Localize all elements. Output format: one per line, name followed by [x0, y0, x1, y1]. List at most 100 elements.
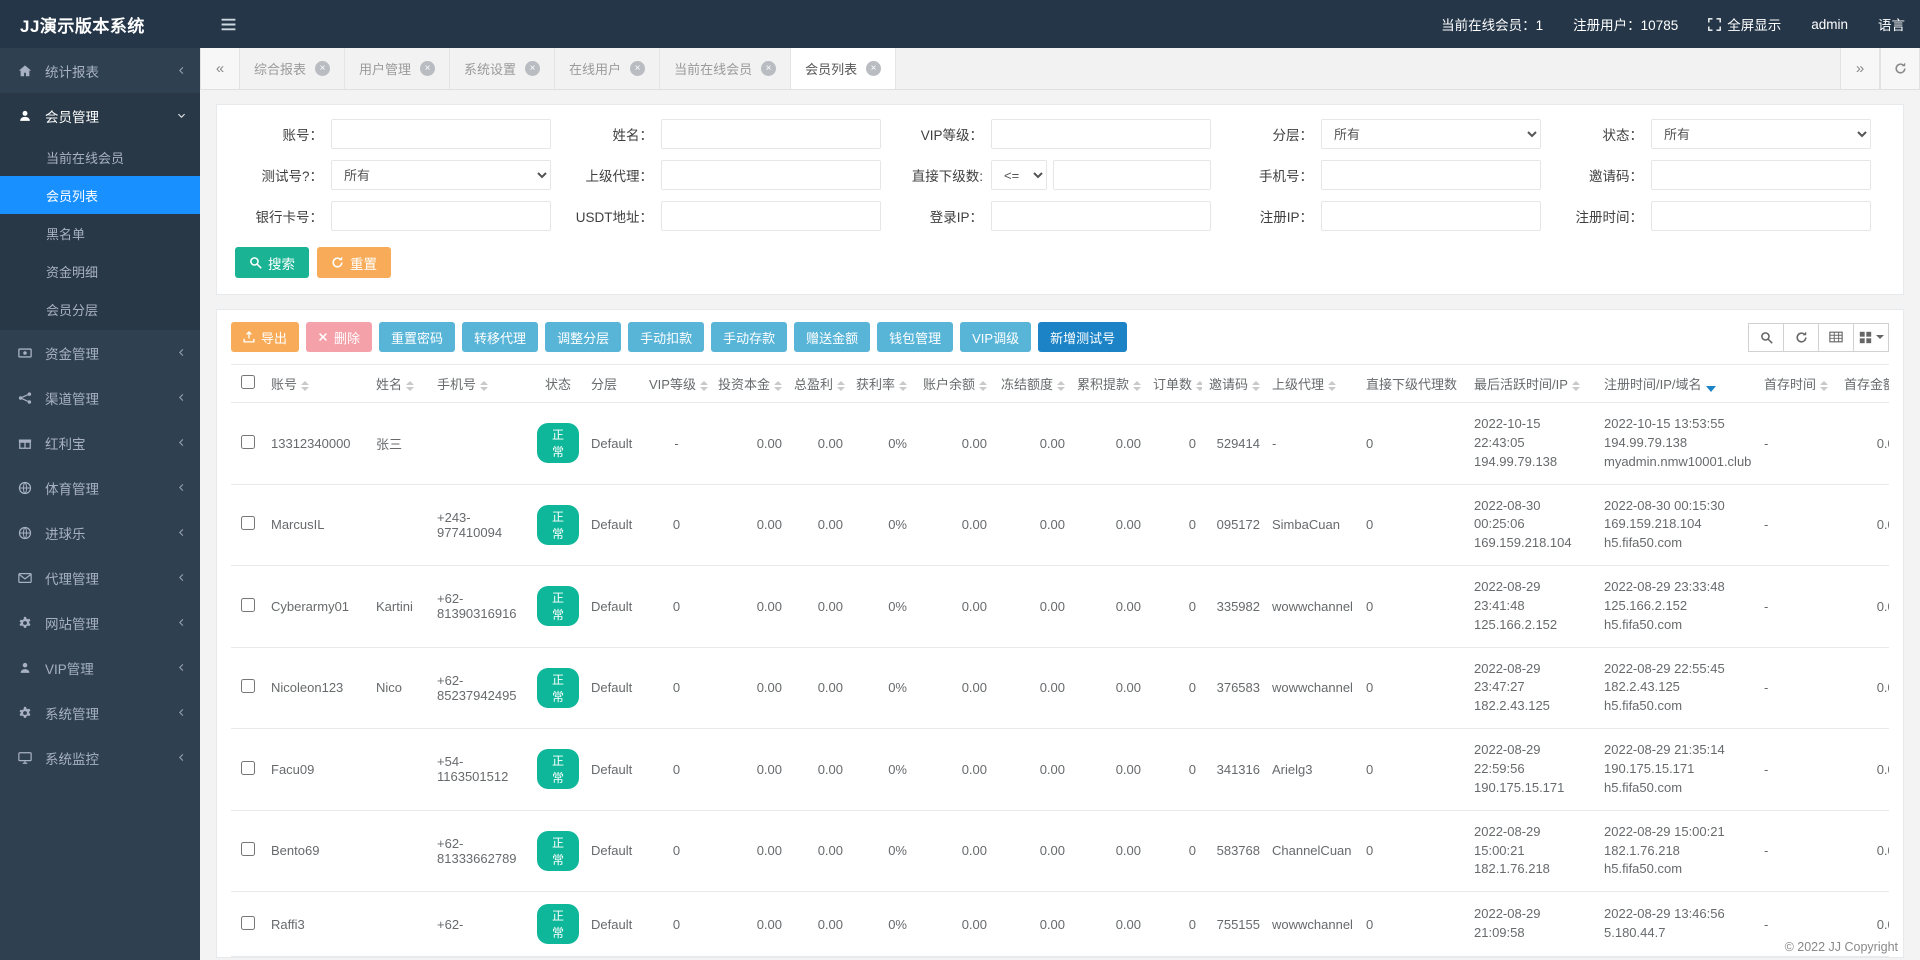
- column-header[interactable]: 累积提款: [1071, 365, 1147, 403]
- sort-icon[interactable]: [700, 381, 708, 391]
- tab-online-users[interactable]: 在线用户×: [555, 48, 660, 89]
- add-test-account-button[interactable]: 新增测试号: [1038, 322, 1127, 352]
- sort-icon[interactable]: [406, 381, 414, 391]
- column-header[interactable]: 注册时间/IP/域名: [1598, 365, 1758, 403]
- tab-close-icon[interactable]: ×: [761, 61, 776, 76]
- row-checkbox[interactable]: [241, 516, 255, 530]
- tabs-scroll-right-button[interactable]: »: [1840, 48, 1880, 89]
- direct-subordinates-operator-select[interactable]: <=: [991, 160, 1047, 190]
- sidebar-toggle-button[interactable]: [200, 0, 257, 48]
- column-header[interactable]: 姓名: [370, 365, 431, 403]
- tab-close-icon[interactable]: ×: [315, 61, 330, 76]
- sidebar-item-vip-management[interactable]: VIP管理: [0, 645, 200, 690]
- invite-code-input[interactable]: [1651, 160, 1871, 190]
- column-header[interactable]: 最后活跃时间/IP: [1468, 365, 1598, 403]
- tab-system-settings[interactable]: 系统设置×: [450, 48, 555, 89]
- layer-select[interactable]: 所有: [1321, 119, 1541, 149]
- tab-member-list[interactable]: 会员列表×: [791, 48, 896, 89]
- sort-icon[interactable]: [480, 381, 488, 391]
- row-checkbox[interactable]: [241, 916, 255, 930]
- sort-icon[interactable]: [1057, 381, 1065, 391]
- tab-user-management[interactable]: 用户管理×: [345, 48, 450, 89]
- language-menu[interactable]: 语言: [1863, 0, 1920, 48]
- sidebar-item-system-monitor[interactable]: 系统监控: [0, 735, 200, 780]
- sidebar-subitem-current-online-members[interactable]: 当前在线会员: [0, 138, 200, 176]
- column-header[interactable]: 冻结额度: [993, 365, 1071, 403]
- tabs-refresh-button[interactable]: [1880, 48, 1920, 89]
- sort-icon[interactable]: [1572, 381, 1580, 391]
- sort-icon[interactable]: [774, 381, 782, 391]
- sort-icon[interactable]: [301, 381, 309, 391]
- column-header[interactable]: 订单数: [1147, 365, 1202, 403]
- sort-icon[interactable]: [979, 381, 987, 391]
- sidebar-item-bonus-treasure[interactable]: 红利宝: [0, 420, 200, 465]
- column-header[interactable]: 首存金额: [1838, 365, 1889, 403]
- column-header[interactable]: 获利率: [849, 365, 913, 403]
- phone-input[interactable]: [1321, 160, 1541, 190]
- transfer-agent-button[interactable]: 转移代理: [462, 322, 538, 352]
- register-time-input[interactable]: [1651, 201, 1871, 231]
- cell-account[interactable]: Bento69: [265, 810, 370, 892]
- sidebar-subitem-blacklist[interactable]: 黑名单: [0, 214, 200, 252]
- sort-icon[interactable]: [1133, 381, 1141, 391]
- cell-account[interactable]: Nicoleon123: [265, 647, 370, 729]
- cell-account[interactable]: Cyberarmy01: [265, 566, 370, 648]
- bank-card-input[interactable]: [331, 201, 551, 231]
- row-checkbox[interactable]: [241, 761, 255, 775]
- cell-account[interactable]: MarcusIL: [265, 484, 370, 566]
- register-ip-input[interactable]: [1321, 201, 1541, 231]
- sort-icon[interactable]: [1820, 381, 1828, 391]
- usdt-address-input[interactable]: [661, 201, 881, 231]
- parent-agent-input[interactable]: [661, 160, 881, 190]
- gift-amount-button[interactable]: 赠送金额: [794, 322, 870, 352]
- row-checkbox[interactable]: [241, 598, 255, 612]
- select-all-checkbox[interactable]: [241, 375, 255, 389]
- table-view-button[interactable]: [1818, 323, 1854, 352]
- sidebar-item-stats-report[interactable]: 统计报表: [0, 48, 200, 93]
- tab-close-icon[interactable]: ×: [866, 61, 881, 76]
- column-header[interactable]: 总盈利: [788, 365, 849, 403]
- sidebar-subitem-fund-details[interactable]: 资金明细: [0, 252, 200, 290]
- fullscreen-button[interactable]: 全屏显示: [1693, 0, 1796, 48]
- vip-level-input[interactable]: [991, 119, 1211, 149]
- export-button[interactable]: 导出: [231, 322, 299, 352]
- direct-subordinates-input[interactable]: [1053, 160, 1211, 190]
- test-account-select[interactable]: 所有: [331, 160, 551, 190]
- sort-icon[interactable]: [1252, 381, 1260, 391]
- sidebar-item-agent-management[interactable]: 代理管理: [0, 555, 200, 600]
- sidebar-item-member-management[interactable]: 会员管理: [0, 93, 200, 138]
- adjust-layer-button[interactable]: 调整分层: [545, 322, 621, 352]
- sort-icon[interactable]: [899, 381, 907, 391]
- cell-account[interactable]: Raffi3: [265, 892, 370, 957]
- row-checkbox[interactable]: [241, 679, 255, 693]
- column-header[interactable]: 账号: [265, 365, 370, 403]
- vip-adjust-button[interactable]: VIP调级: [960, 322, 1031, 352]
- column-header[interactable]: 首存时间: [1758, 365, 1838, 403]
- table-refresh-button[interactable]: [1783, 323, 1819, 352]
- account-input[interactable]: [331, 119, 551, 149]
- table-search-button[interactable]: [1748, 323, 1784, 352]
- column-header[interactable]: VIP等级: [643, 365, 710, 403]
- reset-button[interactable]: 重置: [317, 247, 391, 278]
- cell-account[interactable]: 13312340000: [265, 403, 370, 485]
- columns-toggle-button[interactable]: [1853, 323, 1889, 352]
- name-input[interactable]: [661, 119, 881, 149]
- manual-deposit-button[interactable]: 手动存款: [711, 322, 787, 352]
- sort-icon[interactable]: [837, 381, 845, 391]
- sidebar-subitem-member-list[interactable]: 会员列表: [0, 176, 200, 214]
- manual-deduct-button[interactable]: 手动扣款: [628, 322, 704, 352]
- login-ip-input[interactable]: [991, 201, 1211, 231]
- sidebar-item-sports-management[interactable]: 体育管理: [0, 465, 200, 510]
- tab-comprehensive-report[interactable]: 综合报表×: [240, 48, 345, 89]
- tab-close-icon[interactable]: ×: [525, 61, 540, 76]
- status-select[interactable]: 所有: [1651, 119, 1871, 149]
- sidebar-item-system-management[interactable]: 系统管理: [0, 690, 200, 735]
- sidebar-item-fund-management[interactable]: 资金管理: [0, 330, 200, 375]
- row-checkbox[interactable]: [241, 842, 255, 856]
- sort-icon[interactable]: [1328, 381, 1336, 391]
- sidebar-item-site-management[interactable]: 网站管理: [0, 600, 200, 645]
- row-checkbox[interactable]: [241, 435, 255, 449]
- tab-close-icon[interactable]: ×: [630, 61, 645, 76]
- search-button[interactable]: 搜索: [235, 247, 309, 278]
- column-header[interactable]: 手机号: [431, 365, 531, 403]
